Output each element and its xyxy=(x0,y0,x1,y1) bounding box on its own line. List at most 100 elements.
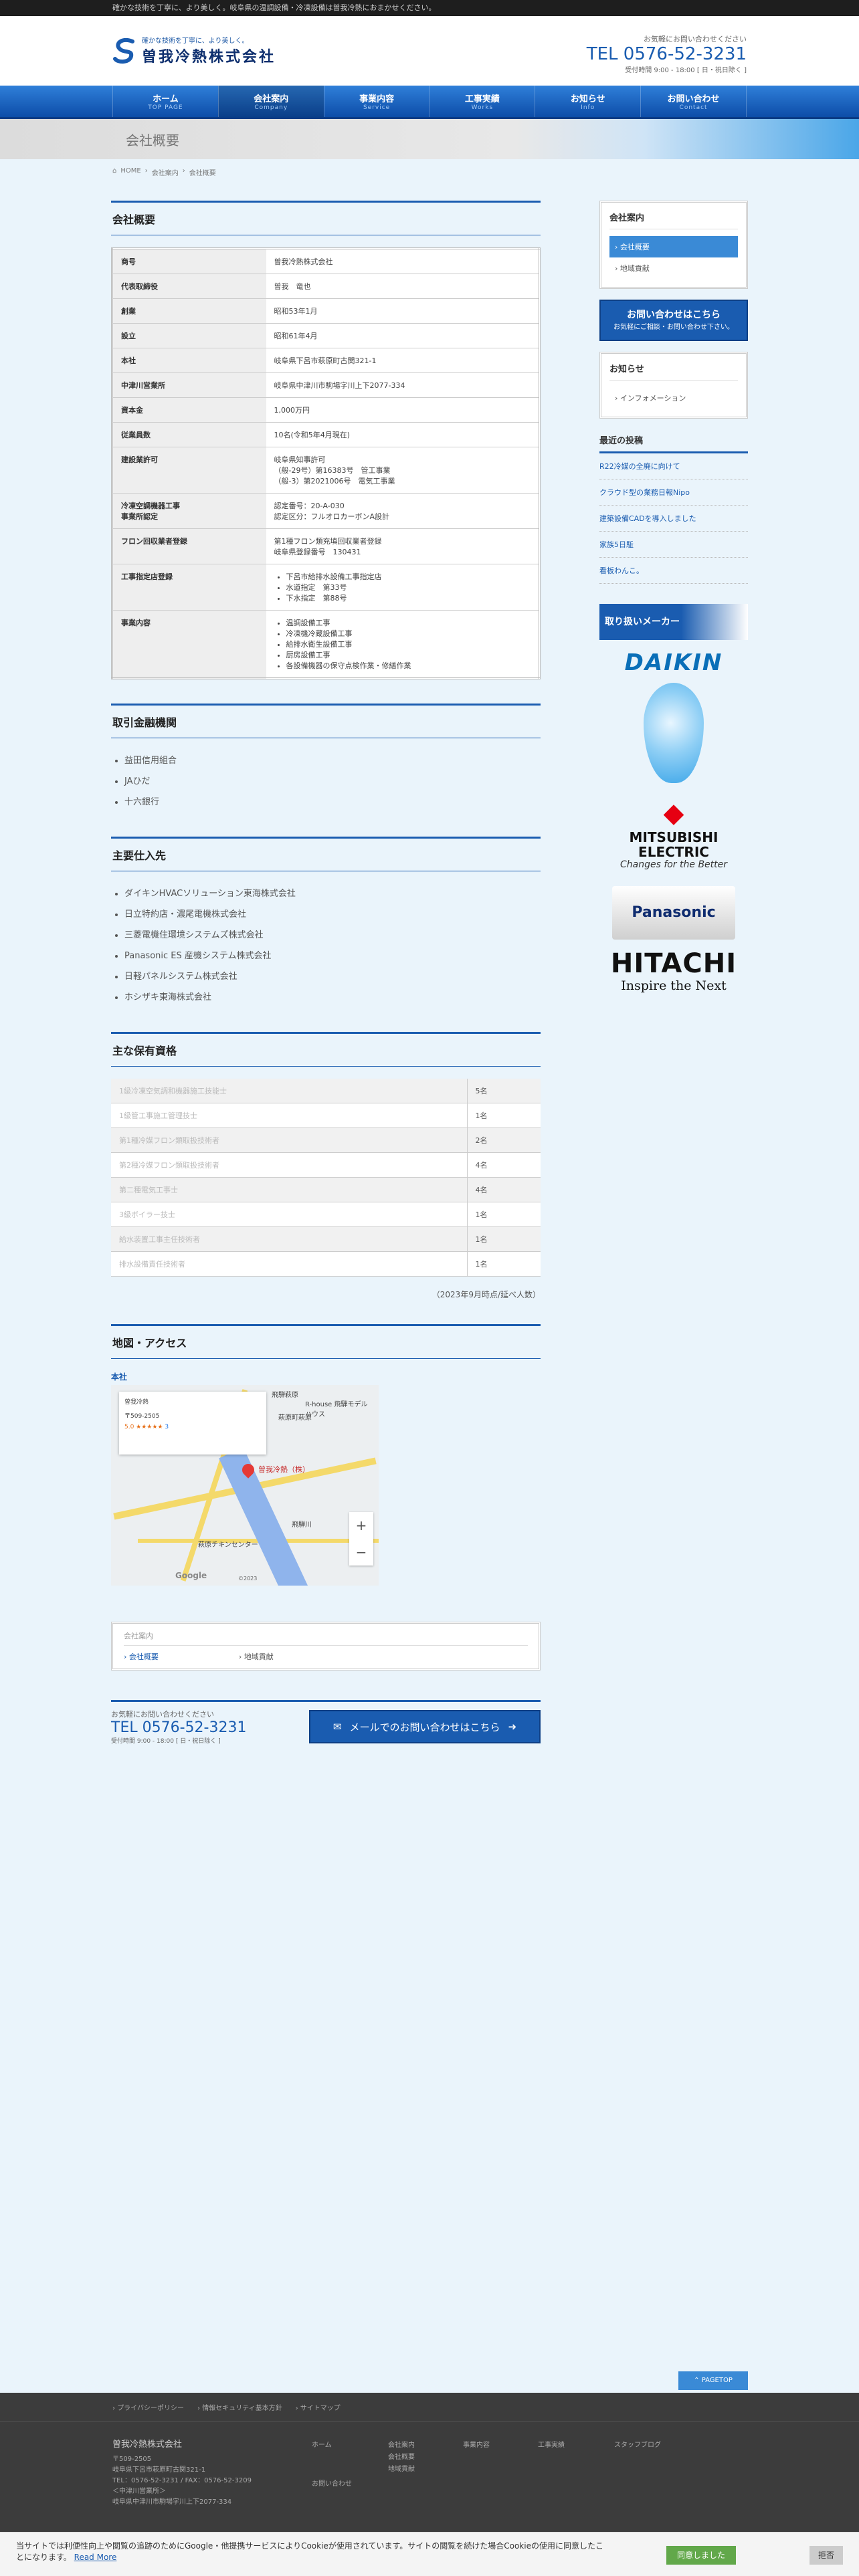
row-label: 創業 xyxy=(112,298,266,324)
license-count: 1名 xyxy=(466,1226,541,1252)
cookie-reject-button[interactable]: 拒否 xyxy=(809,2546,843,2565)
sidebar-item-community[interactable]: › 地域貢献 xyxy=(609,257,738,279)
map-label: R-house 飛騨モデルハウス xyxy=(305,1401,368,1418)
footer-nav-link[interactable]: ホーム xyxy=(312,2440,352,2452)
row-value: 認定番号：20-A-030 認定区分：フルオロカーボンA設計 xyxy=(266,493,540,529)
sidebar-item-overview[interactable]: › 会社概要 xyxy=(609,236,738,257)
recent-post-link[interactable]: クラウド型の業務日報Nipo xyxy=(599,479,748,506)
footer-nav-link[interactable]: 会社概要 xyxy=(388,2452,415,2464)
breadcrumb-home[interactable]: HOME xyxy=(120,167,140,177)
site-logo[interactable]: 確かな技術を丁寧に、より美しく。 曽我冷熱株式会社 xyxy=(112,35,276,66)
footer-col-blog: スタッフブログ xyxy=(614,2440,661,2452)
cookie-consent-bar: 当サイトでは利便性向上や閲覧の追跡のためにGoogle・他提携サービスによりCo… xyxy=(0,2532,859,2576)
map-review-count[interactable]: 3 xyxy=(165,1424,169,1430)
nav-sublabel: Company xyxy=(254,104,288,111)
recent-post-link[interactable]: 家族5日駈 xyxy=(599,532,748,558)
footer-col-works: 工事実績 xyxy=(538,2440,565,2452)
chevron-right-icon: › xyxy=(124,1652,127,1661)
table-row: 資本金 1,000万円 xyxy=(112,397,540,423)
footer-nav-link[interactable]: 地域貢献 xyxy=(388,2464,415,2476)
footer-link[interactable]: › サイトマップ xyxy=(296,2402,341,2412)
row-label: 代表取締役 xyxy=(112,274,266,299)
footer-links: › プライバシーポリシー › 情報セキュリティ基本方針 › サイトマップ xyxy=(0,2393,859,2422)
row-label: 中津川営業所 xyxy=(112,372,266,398)
footer-address-line: TEL：0576-52-3231 / FAX：0576-52-3209 xyxy=(112,2477,252,2484)
list-item: 温調設備工事 xyxy=(286,617,531,628)
sidebar-item-information[interactable]: › インフォメーション xyxy=(609,387,738,409)
subnav-title: 会社案内 xyxy=(124,1630,528,1646)
mitsubishi-diamonds-icon: ◆ xyxy=(663,798,684,829)
nav-info[interactable]: お知らせ Info xyxy=(535,86,640,117)
hitachi-logo: HITACHI Inspire the Next xyxy=(599,949,748,993)
footer-link[interactable]: › プライバシーポリシー xyxy=(112,2402,184,2412)
map-label: 萩原チキンセンター xyxy=(198,1541,258,1549)
pagetop-button[interactable]: ⌃ PAGETOP xyxy=(678,2371,748,2390)
map-info-card[interactable]: 曽我冷熱 〒509-2505 5.0 ★★★★★ 3 xyxy=(119,1392,266,1455)
nav-service[interactable]: 事業内容 Service xyxy=(323,86,430,117)
list-item: 益田信用組合 xyxy=(124,750,541,771)
nav-label: 事業内容 xyxy=(359,94,395,104)
row-value: 下呂市給排水設備工事指定店水道指定 第33号下水指定 第88号 xyxy=(266,564,540,611)
map-zoom-control[interactable]: + − xyxy=(349,1512,373,1566)
access-heading: 地図・アクセス xyxy=(111,1324,541,1359)
nav-works[interactable]: 工事実績 Works xyxy=(429,86,535,117)
footer-link[interactable]: › 情報セキュリティ基本方針 xyxy=(197,2402,282,2412)
cookie-agree-button[interactable]: 同意しました xyxy=(666,2546,736,2565)
row-label: 設立 xyxy=(112,323,266,348)
table-row: 排水設備責任技術者 1名 xyxy=(111,1251,541,1277)
licenses-heading: 主な保有資格 xyxy=(111,1032,541,1067)
nav-sublabel: Works xyxy=(471,104,494,111)
footer-nav-link[interactable]: 事業内容 xyxy=(463,2440,490,2452)
nav-label: お知らせ xyxy=(570,94,605,104)
footer-nav-link[interactable]: 会社案内 xyxy=(388,2440,415,2452)
list-item: 十六銀行 xyxy=(124,792,541,813)
sidebar-item-label: 会社概要 xyxy=(619,243,650,251)
recent-post-link[interactable]: 看板わんこ。 xyxy=(599,558,748,584)
footer-col-company: 会社案内 会社概要 地域貢献 xyxy=(388,2440,415,2476)
page-title-bar: 会社概要 xyxy=(0,119,859,159)
google-map[interactable]: 飛騨萩原 萩原町萩原 R-house 飛騨モデルハウス 萩原チキンセンター 飛騨… xyxy=(111,1385,379,1586)
daikin-wordmark: DAIKIN xyxy=(624,649,723,676)
subnav-item-overview[interactable]: › 会社概要 xyxy=(124,1651,159,1662)
row-value: 昭和61年4月 xyxy=(266,323,540,348)
global-nav: ホーム TOP PAGE 会社案内 Company 事業内容 Service 工事実績… xyxy=(0,86,859,119)
contact-prompt: お気軽にお問い合わせください xyxy=(644,35,747,43)
breadcrumb-current: 会社概要 xyxy=(189,170,216,177)
list-item: 下呂市給排水設備工事指定店 xyxy=(286,571,531,582)
suppliers-list: ダイキンHVACソリューション東海株式会社 日立特約店・濃尾電機株式会社 三菱電… xyxy=(124,883,541,1008)
mail-contact-button[interactable]: ✉ メールでのお問い合わせはこちら ➜ xyxy=(309,1710,541,1743)
nav-company[interactable]: 会社案内 Company xyxy=(217,86,324,117)
subnav-item-community[interactable]: › 地域貢献 xyxy=(239,1651,274,1662)
cta-phone[interactable]: TEL 0576-52-3231 xyxy=(111,1719,246,1736)
contact-button-label: お問い合わせはこちら xyxy=(627,310,721,320)
mail-icon: ✉ xyxy=(332,1721,342,1733)
header-phone[interactable]: TEL 0576-52-3231 xyxy=(587,44,747,64)
footer-nav-link[interactable]: 工事実績 xyxy=(538,2440,565,2452)
sidebar-item-label: 地域貢献 xyxy=(619,264,650,273)
recent-post-link[interactable]: 建築設備CADを導入しました xyxy=(599,506,748,532)
nav-sublabel: TOP PAGE xyxy=(148,104,183,111)
zoom-out-icon[interactable]: − xyxy=(349,1539,373,1566)
sidebar-company-box: 会社案内 › 会社概要 › 地域貢献 xyxy=(599,201,748,289)
table-row: 第2種冷媒フロン類取扱技術者 4名 xyxy=(111,1152,541,1178)
breadcrumb: ⌂ HOME › 会社案内 › 会社概要 xyxy=(112,167,216,177)
mitsubishi-wordmark: MITSUBISHI xyxy=(629,829,719,845)
overview-heading: 会社概要 xyxy=(111,201,541,235)
nav-home[interactable]: ホーム TOP PAGE xyxy=(112,86,218,117)
row-value: 第1種フロン類充填回収業者登録 岐阜県登録番号 130431 xyxy=(266,528,540,564)
recent-post-link[interactable]: R22冷媒の全廃に向けて xyxy=(599,453,748,479)
page-title: 会社概要 xyxy=(126,132,179,148)
footer-nav-link[interactable]: スタッフブログ xyxy=(614,2440,661,2452)
sidebar-contact-button[interactable]: お問い合わせはこちら お気軽にご相談・お問い合わせ下さい。 xyxy=(599,300,748,341)
row-label: 冷凍空調機器工事 事業所認定 xyxy=(112,493,266,529)
logo-tagline: 確かな技術を丁寧に、より美しく。 xyxy=(142,37,249,45)
zoom-in-icon[interactable]: + xyxy=(349,1512,373,1539)
breadcrumb-parent[interactable]: 会社案内 xyxy=(152,167,179,177)
recent-posts-title: 最近の投稿 xyxy=(599,433,748,453)
suppliers-section: 主要仕入先 ダイキンHVACソリューション東海株式会社 日立特約店・濃尾電機株式… xyxy=(111,837,541,1008)
cookie-read-more-link[interactable]: Read More xyxy=(74,2553,117,2562)
footer-nav-link[interactable]: お問い合わせ xyxy=(312,2478,352,2490)
nav-contact[interactable]: お問い合わせ Contact xyxy=(640,86,747,117)
table-row: 創業 昭和53年1月 xyxy=(112,298,540,324)
license-name: 1級管工事施工管理技士 xyxy=(111,1103,467,1128)
